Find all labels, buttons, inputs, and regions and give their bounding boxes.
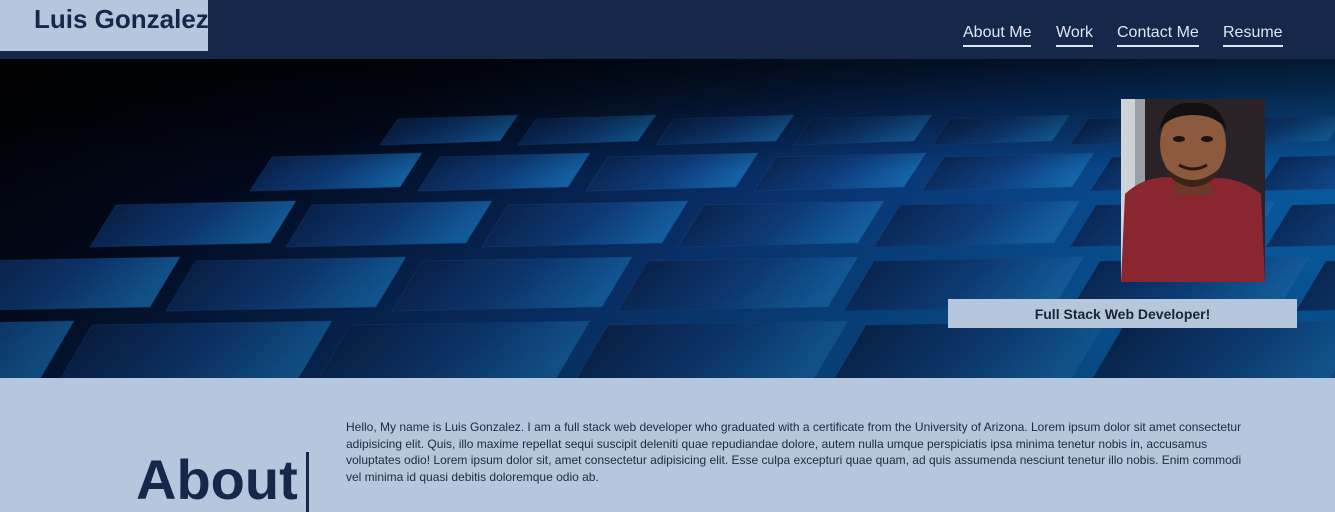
nav-contact-me[interactable]: Contact Me: [1117, 24, 1199, 47]
about-paragraph: Hello, My name is Luis Gonzalez. I am a …: [346, 420, 1242, 484]
navbar: Luis Gonzalez About Me Work Contact Me R…: [0, 0, 1335, 59]
about-heading: About: [136, 448, 298, 511]
brand-name[interactable]: Luis Gonzalez: [34, 4, 209, 35]
brand-box[interactable]: Luis Gonzalez: [0, 0, 209, 51]
nav-work[interactable]: Work: [1056, 24, 1094, 47]
tagline-banner: Full Stack Web Developer!: [948, 299, 1297, 328]
hero-banner: Full Stack Web Developer!: [0, 59, 1335, 378]
nav-about-me[interactable]: About Me: [963, 24, 1032, 47]
nav-resume[interactable]: Resume: [1223, 24, 1283, 47]
profile-photo: [1121, 99, 1265, 282]
about-divider: [306, 452, 309, 512]
